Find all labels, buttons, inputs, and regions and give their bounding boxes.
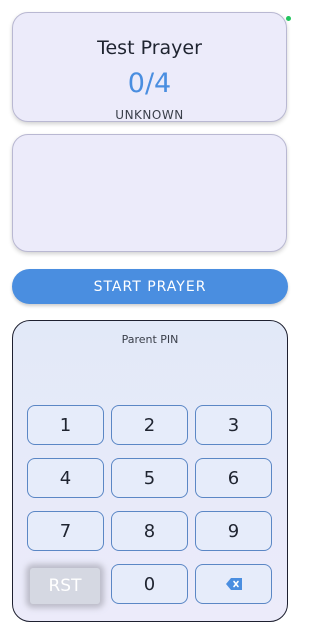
parent-pin-label: Parent PIN — [121, 333, 179, 346]
prayer-status: UNKNOWN — [115, 108, 184, 122]
pin-key-1[interactable]: 1 — [27, 405, 104, 445]
backspace-icon — [225, 578, 242, 590]
prayer-info-card: Test Prayer 0/4 UNKNOWN — [12, 12, 287, 122]
prayer-count: 0/4 — [127, 68, 172, 99]
pin-key-6[interactable]: 6 — [195, 458, 272, 498]
pin-key-4[interactable]: 4 — [27, 458, 104, 498]
pin-key-2[interactable]: 2 — [111, 405, 188, 445]
reset-button[interactable]: RST — [30, 568, 100, 604]
prayer-title: Test Prayer — [97, 37, 202, 59]
backspace-button[interactable] — [195, 564, 272, 604]
start-prayer-button[interactable]: START PRAYER — [12, 269, 288, 304]
pin-key-0[interactable]: 0 — [111, 564, 188, 604]
pin-key-8[interactable]: 8 — [111, 511, 188, 551]
prayer-detail-panel — [12, 134, 287, 252]
status-indicator-dot — [286, 16, 291, 21]
pin-key-7[interactable]: 7 — [27, 511, 104, 551]
prayer-screen: Test Prayer 0/4 UNKNOWN START PRAYER Par… — [0, 0, 300, 634]
pin-key-3[interactable]: 3 — [195, 405, 272, 445]
pin-key-9[interactable]: 9 — [195, 511, 272, 551]
pin-key-5[interactable]: 5 — [111, 458, 188, 498]
